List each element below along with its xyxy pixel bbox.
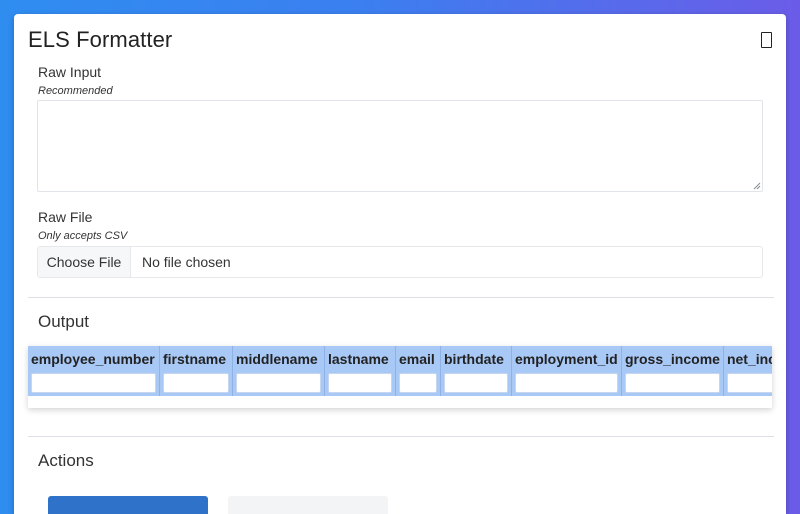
divider — [28, 436, 774, 437]
column-header: employment_id — [511, 346, 622, 396]
table-body — [28, 398, 772, 408]
output-table-wrapper: employee_number firstname middlename las… — [28, 346, 772, 408]
column-header-label: gross_income — [625, 351, 720, 367]
column-filter-input[interactable] — [399, 373, 437, 393]
raw-input-label: Raw Input — [38, 64, 102, 80]
column-filter-input[interactable] — [328, 373, 392, 393]
column-filter-input[interactable] — [444, 373, 508, 393]
column-header-label: birthdate — [444, 351, 504, 367]
column-filter-input[interactable] — [236, 373, 321, 393]
column-header: email — [395, 346, 441, 396]
table-header-row: employee_number firstname middlename las… — [28, 346, 772, 396]
raw-file-hint: Only accepts CSV — [38, 230, 128, 242]
column-header: lastname — [324, 346, 396, 396]
file-status: No file chosen — [142, 254, 231, 270]
raw-input-textarea[interactable] — [37, 100, 763, 192]
column-filter-input[interactable] — [625, 373, 720, 393]
raw-file-label: Raw File — [38, 209, 93, 225]
primary-action-button[interactable] — [48, 496, 208, 514]
column-header-label: lastname — [328, 351, 389, 367]
actions-title: Actions — [38, 451, 94, 470]
main-card: ELS Formatter Raw Input Recommended Raw … — [14, 14, 786, 514]
column-filter-input[interactable] — [163, 373, 229, 393]
column-filter-input[interactable] — [31, 373, 156, 393]
choose-file-button[interactable]: Choose File — [38, 247, 131, 277]
file-input[interactable]: Choose File No file chosen — [37, 246, 763, 278]
output-title: Output — [38, 312, 90, 331]
app-title: ELS Formatter — [28, 27, 173, 52]
divider — [28, 297, 774, 298]
column-header-label: net_inc — [726, 351, 772, 367]
column-filter-input[interactable] — [726, 373, 772, 393]
column-header: net_inc — [722, 346, 772, 396]
resize-handle-icon[interactable] — [753, 182, 761, 190]
output-table: employee_number firstname middlename las… — [28, 346, 772, 396]
column-header-label: firstname — [163, 351, 227, 367]
maximize-icon[interactable] — [761, 32, 772, 48]
column-header-label: employment_id — [515, 351, 618, 367]
column-header-label: employee_number — [31, 351, 155, 367]
column-header-label: middlename — [236, 351, 318, 367]
column-filter-input[interactable] — [515, 373, 618, 393]
column-header: employee_number — [28, 346, 160, 396]
column-header: birthdate — [440, 346, 512, 396]
column-header: gross_income — [621, 346, 724, 396]
secondary-action-button[interactable] — [228, 496, 388, 514]
column-header-label: email — [399, 351, 435, 367]
column-header: firstname — [159, 346, 233, 396]
column-header: middlename — [232, 346, 325, 396]
raw-input-hint: Recommended — [38, 85, 113, 97]
